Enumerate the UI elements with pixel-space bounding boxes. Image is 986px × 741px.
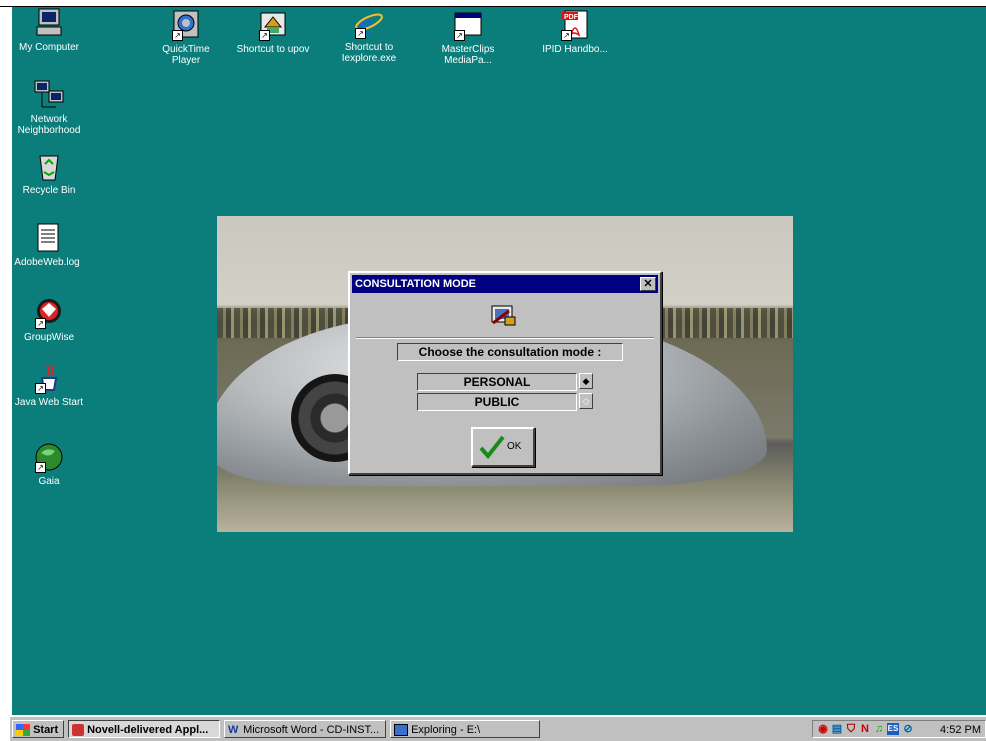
- tray-network-icon[interactable]: ▤: [831, 723, 843, 735]
- desktop-icon-label: Java Web Start: [14, 397, 84, 408]
- dialog-titlebar[interactable]: CONSULTATION MODE ✕: [352, 275, 658, 293]
- desktop-icon-shortcut-iexplore[interactable]: e ↗ Shortcut to Iexplore.exe: [332, 7, 406, 64]
- desktop[interactable]: My Computer Network Neighborhood Recycle…: [12, 7, 986, 715]
- word-icon: W: [228, 724, 239, 737]
- desktop-icon-label: QuickTime Player: [162, 44, 210, 66]
- text-document-icon: [31, 222, 63, 254]
- desktop-icon-gaia[interactable]: ↗ Gaia: [12, 441, 86, 487]
- desktop-icon-masterclips[interactable]: ↗ MasterClips MediaPa...: [431, 9, 505, 66]
- desktop-icon-label: Shortcut to Iexplore.exe: [341, 42, 397, 64]
- start-label: Start: [33, 724, 59, 736]
- desktop-icon-groupwise[interactable]: ↗ GroupWise: [12, 297, 86, 343]
- pdf-icon: PDF ↗: [559, 9, 591, 41]
- task-button-exploring[interactable]: Exploring - E:\: [390, 720, 540, 738]
- desktop-icon-label: AdobeWeb.log: [14, 257, 80, 268]
- radio-selected-dot-icon: ◆: [582, 376, 590, 386]
- desktop-icon-shortcut-upov[interactable]: ↗ Shortcut to upov: [236, 9, 310, 55]
- desktop-icon-label: GroupWise: [23, 332, 74, 343]
- taskbar-clock[interactable]: 4:52 PM: [940, 721, 981, 739]
- ok-button[interactable]: OK: [471, 427, 535, 467]
- close-icon: ✕: [643, 278, 653, 290]
- groupwise-icon: ↗: [33, 297, 65, 329]
- desktop-icon-label: MasterClips MediaPa...: [441, 44, 495, 66]
- dialog-separator: [356, 337, 654, 339]
- tray-novell-icon[interactable]: N: [859, 723, 871, 735]
- option-personal-radio[interactable]: ◆: [579, 373, 593, 389]
- tray-status-icon[interactable]: ⊘: [902, 723, 914, 735]
- consultation-app-icon: [489, 301, 517, 329]
- desktop-icon-quicktime-player[interactable]: ↗ QuickTime Player: [149, 9, 223, 66]
- svg-text:PDF: PDF: [564, 14, 579, 21]
- explorer-icon: [394, 724, 408, 737]
- ok-label: OK: [507, 441, 522, 452]
- desktop-icon-label: IPID Handbo...: [542, 44, 608, 55]
- computer-icon: [33, 7, 65, 39]
- task-button-novell[interactable]: Novell-delivered Appl...: [68, 720, 220, 738]
- close-button[interactable]: ✕: [640, 277, 656, 291]
- tray-shield-icon[interactable]: ⛉: [845, 723, 857, 735]
- desktop-icon-label: Network Neighborhood: [17, 114, 81, 136]
- java-cup-icon: ↗: [33, 362, 65, 394]
- task-label: Microsoft Word - CD-INST...: [243, 724, 380, 736]
- upov-app-icon: ↗: [257, 9, 289, 41]
- desktop-icon-ipid-handbook[interactable]: PDF ↗ IPID Handbo...: [538, 9, 612, 55]
- checkmark-icon: [479, 435, 505, 460]
- globe-icon: ↗: [33, 441, 65, 473]
- tray-es-icon[interactable]: ES: [887, 723, 899, 735]
- quicktime-icon: ↗: [170, 9, 202, 41]
- desktop-icon-label: My Computer: [18, 42, 79, 53]
- internet-explorer-icon: e ↗: [353, 7, 385, 40]
- desktop-icon-label: Gaia: [38, 476, 60, 487]
- recycle-bin-icon: [33, 150, 65, 182]
- consultation-prompt: Choose the consultation mode :: [397, 343, 623, 361]
- consultation-mode-dialog: CONSULTATION MODE ✕ Choose the consultat…: [348, 271, 662, 475]
- tray-volume-icon[interactable]: ♫: [873, 723, 885, 735]
- dialog-title: CONSULTATION MODE: [355, 278, 476, 290]
- windows-logo-icon: [16, 724, 30, 737]
- option-public-label: PUBLIC: [417, 393, 577, 411]
- option-personal-label: PERSONAL: [417, 373, 577, 391]
- desktop-icon-adobeweb-log[interactable]: AdobeWeb.log: [12, 222, 84, 268]
- desktop-icon-network-neighborhood[interactable]: Network Neighborhood: [12, 79, 92, 136]
- task-button-word[interactable]: W Microsoft Word - CD-INST...: [224, 720, 386, 738]
- application-window-icon: ↗: [452, 9, 484, 41]
- novell-app-icon: [72, 724, 84, 737]
- desktop-icon-label: Shortcut to upov: [236, 44, 310, 55]
- taskbar: Start Novell-delivered Appl... W Microso…: [10, 716, 986, 741]
- tray-antivirus-icon[interactable]: ◉: [817, 723, 829, 735]
- option-public-radio[interactable]: ◇: [579, 393, 593, 409]
- system-tray: ◉ ▤ ⛉ N ♫ ES ⊘ 4:52 PM: [812, 720, 986, 738]
- network-icon: [33, 79, 65, 111]
- radio-unselected-icon: ◇: [582, 396, 590, 406]
- desktop-icon-label: Recycle Bin: [22, 185, 76, 196]
- desktop-icon-recycle-bin[interactable]: Recycle Bin: [12, 150, 86, 196]
- start-button[interactable]: Start: [12, 720, 64, 738]
- task-label: Novell-delivered Appl...: [87, 724, 209, 736]
- desktop-icon-java-web-start[interactable]: ↗ Java Web Start: [12, 362, 86, 408]
- desktop-icon-my-computer[interactable]: My Computer: [12, 7, 86, 53]
- task-label: Exploring - E:\: [411, 724, 481, 736]
